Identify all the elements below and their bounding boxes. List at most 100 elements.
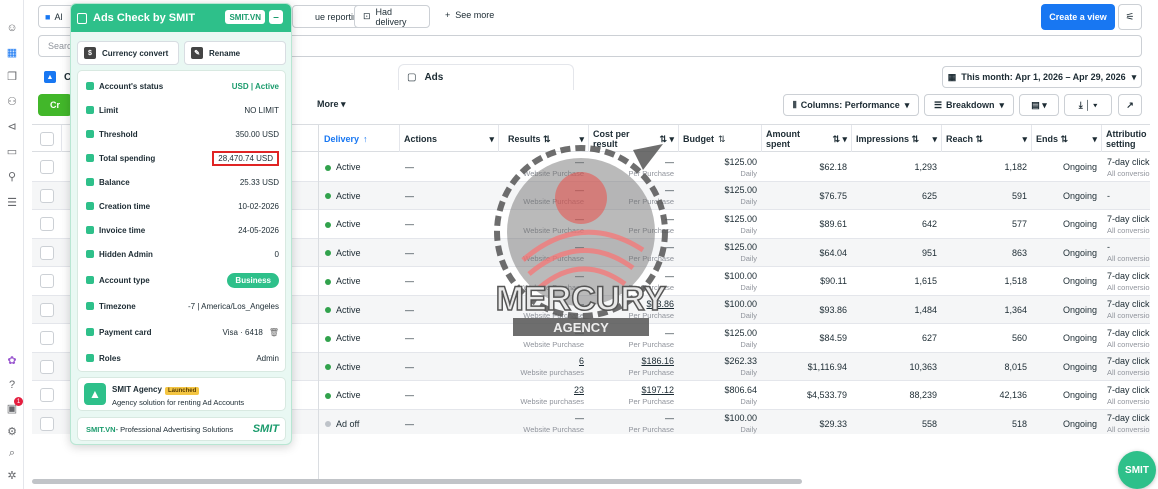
row-checkbox[interactable] — [40, 160, 54, 174]
create-view-button[interactable]: Create a view — [1041, 4, 1115, 30]
cell-delivery: Active — [320, 267, 400, 295]
budget-subtext: Daily — [740, 311, 757, 320]
cell-budget: $125.00 Daily — [679, 153, 762, 181]
cell-cost: — Per Purchase — [589, 153, 679, 181]
table-grid-icon[interactable]: ▦ — [4, 44, 20, 60]
col-amount-spent[interactable]: Amount spent ⇅ ▾ — [762, 125, 852, 152]
download-icon: ⤓ │ ▾ — [1078, 99, 1098, 110]
delivery-value: Active — [336, 162, 361, 172]
cost-value: — — [665, 242, 674, 252]
row-checkbox[interactable] — [40, 416, 54, 431]
budget-subtext: Daily — [740, 282, 757, 292]
filter-settings-icon[interactable]: ⚟ — [1118, 4, 1142, 30]
horizontal-scrollbar[interactable] — [32, 479, 802, 484]
row-checkbox[interactable] — [40, 302, 54, 317]
pages-icon[interactable]: ❐ — [4, 68, 20, 84]
results-value: 23 — [573, 384, 584, 395]
col-results[interactable]: Results ⇅ ▾ — [504, 125, 589, 152]
col-attribution[interactable]: Attributio setting — [1102, 125, 1150, 152]
col-actions[interactable]: Actions ▾ — [400, 125, 499, 152]
tab-campaigns[interactable]: ▲ C — [44, 64, 71, 90]
cost-value: $186.16 — [641, 356, 674, 366]
events-icon[interactable]: ⚲ — [4, 168, 20, 184]
megaphone-icon[interactable]: ⊲ — [4, 118, 20, 134]
cell-ends: Ongoing — [1032, 353, 1102, 381]
smit-floating-button[interactable]: SMIT — [1118, 451, 1156, 489]
col-reach[interactable]: Reach ⇅ ▾ — [942, 125, 1032, 152]
row-checkbox[interactable] — [40, 274, 54, 288]
frozen-column-divider — [318, 124, 319, 480]
agency-logo-icon: ▲ — [84, 383, 106, 405]
minimize-button[interactable]: – — [269, 10, 283, 24]
col-ends[interactable]: Ends ⇅ ▾ — [1032, 125, 1102, 152]
cell-attr: 7-day click All conversio — [1102, 381, 1150, 409]
cell-impr: 1,484 — [852, 296, 942, 324]
field-invoice-time: Invoice time 24-05-2026 — [78, 218, 287, 242]
select-all-checkbox[interactable] — [40, 131, 54, 146]
caret-down-icon: ▾ — [1092, 133, 1097, 144]
results-subtext: Website Purchase — [523, 339, 584, 349]
smit-agency-card[interactable]: ▲ SMIT Agency Launched Agency solution fo… — [77, 377, 286, 411]
budget-value: $100.00 — [724, 299, 757, 309]
see-more-link[interactable]: + See more — [445, 10, 494, 20]
cost-value: — — [665, 213, 674, 224]
row-checkbox[interactable] — [40, 331, 54, 345]
breakdown-dropdown[interactable]: ☰ Breakdown ▾ — [924, 94, 1014, 116]
notifications-icon[interactable]: ▣ 1 — [4, 397, 23, 416]
export-button[interactable]: ⤓ │ ▾ — [1064, 94, 1112, 116]
row-checkbox[interactable] — [40, 388, 54, 402]
search-icon[interactable]: ⌕ — [4, 445, 20, 461]
had-delivery-chip[interactable]: ⊡ Had delivery — [354, 5, 430, 28]
row-checkbox[interactable] — [40, 188, 54, 203]
debug-icon[interactable]: ✲ — [4, 467, 20, 483]
menu-icon[interactable]: ☰ — [4, 194, 20, 210]
col-delivery[interactable]: Delivery ↑ — [320, 125, 400, 152]
currency-convert-button[interactable]: $ Currency convert — [77, 41, 179, 65]
col-cost-per-result[interactable]: Cost per result ⇅ ▾ — [589, 125, 679, 152]
caret-down-icon: ▾ — [1022, 133, 1027, 144]
cell-delivery: Active — [320, 353, 400, 381]
delivery-value: Active — [336, 361, 361, 372]
actions-value: — — [405, 390, 414, 400]
ends-value: Ongoing — [1062, 276, 1097, 286]
ads-icon: ▢ — [407, 72, 417, 83]
billing-card-icon[interactable]: ▭ — [4, 143, 20, 159]
smit-logo-icon — [77, 12, 87, 24]
cell-ends: Ongoing — [1032, 324, 1102, 352]
impr-value: 642 — [921, 219, 937, 229]
field-total-spending: Total spending 28,470.74 USD — [78, 146, 287, 170]
smit-vn-button[interactable]: SMIT.VN — [225, 10, 265, 24]
results-subtext: Website purchases — [520, 368, 584, 377]
delivery-value: Active — [336, 219, 361, 229]
help-icon[interactable]: ? — [4, 377, 20, 393]
rename-button[interactable]: ✎ Rename — [184, 41, 286, 65]
cell-delivery: Active — [320, 381, 400, 409]
folder-icon: ■ — [45, 11, 51, 22]
date-range-picker[interactable]: ▦ This month: Apr 1, 2026 – Apr 29, 2026… — [942, 66, 1142, 88]
tab-ads[interactable]: ▢ Ads — [398, 64, 574, 90]
panel-footer[interactable]: SMIT.VN - Professional Advertising Solut… — [77, 417, 286, 441]
columns-dropdown[interactable]: ⦀ Columns: Performance ▾ — [783, 94, 919, 116]
smiley-icon[interactable]: ☺ — [4, 20, 20, 36]
row-checkbox[interactable] — [40, 245, 54, 260]
results-value: — — [575, 185, 584, 195]
delivery-value: Active — [336, 390, 361, 400]
sort-icon: ⇅ — [718, 133, 726, 144]
charts-button[interactable]: ↗ — [1118, 94, 1142, 116]
apps-icon[interactable]: ✿ — [4, 352, 20, 368]
results-subtext: Website Purchase — [523, 168, 584, 178]
col-budget[interactable]: Budget ⇅ — [679, 125, 762, 152]
row-checkbox[interactable] — [40, 217, 54, 231]
row-checkbox[interactable] — [40, 359, 54, 374]
trash-icon[interactable]: 🗑 — [269, 328, 279, 337]
ends-value: Ongoing — [1062, 390, 1097, 400]
reports-button[interactable]: ▤ ▾ — [1019, 94, 1059, 116]
field-limit: Limit NO LIMIT — [78, 98, 287, 122]
audience-icon[interactable]: ⚇ — [4, 93, 20, 109]
col-impressions[interactable]: Impressions ⇅ ▾ — [852, 125, 942, 152]
create-button[interactable]: Cr — [38, 94, 72, 116]
settings-gear-icon[interactable]: ⚙ — [4, 423, 20, 439]
cell-reach: 560 — [942, 324, 1032, 352]
more-dropdown[interactable]: More ▾ — [317, 99, 346, 110]
impr-value: 88,239 — [909, 390, 937, 400]
